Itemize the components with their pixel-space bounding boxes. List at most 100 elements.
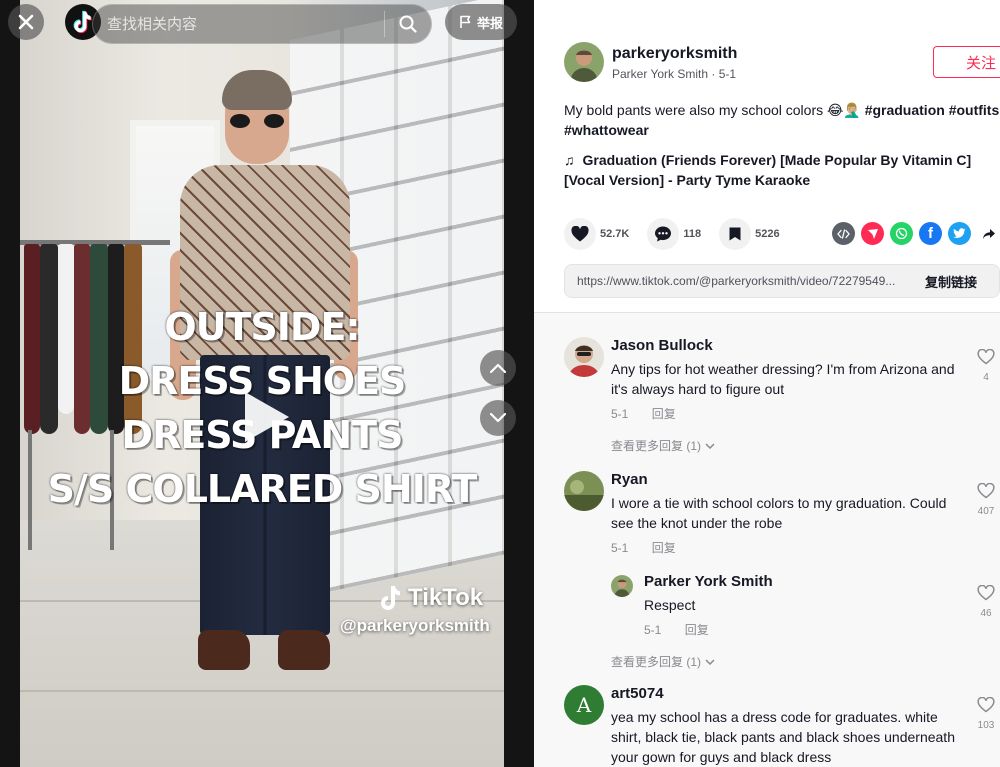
avatar-letter: A (576, 693, 592, 717)
comment-icon (655, 226, 672, 242)
heart-outline-icon (977, 584, 995, 601)
app: OUTSIDE: DRESS SHOES DRESS PANTS S/S COL… (0, 0, 1000, 767)
caption-line: OUTSIDE: (164, 305, 360, 349)
more-share-button[interactable] (977, 222, 1000, 245)
send-icon (867, 228, 878, 239)
share-link-text[interactable]: https://www.tiktok.com/@parkeryorksmith/… (565, 274, 903, 288)
hashtag-link[interactable]: #outfits (949, 102, 1000, 118)
replier-name[interactable]: Parker York Smith (644, 573, 944, 591)
post-header: parkeryorksmith Parker York Smith · 5-1 … (534, 0, 1000, 298)
post-date: 5-1 (718, 66, 737, 81)
next-video-button[interactable] (480, 400, 516, 436)
copy-link-button[interactable]: 复制链接 (903, 272, 999, 291)
author-display-name: Parker York Smith (612, 66, 709, 81)
save-count: 5226 (755, 228, 780, 240)
comment-like-button[interactable]: 407 (974, 482, 998, 517)
hashtag-link[interactable]: #graduation (865, 102, 945, 118)
post-description: My bold pants were also my school colors… (564, 100, 1000, 140)
author-avatar[interactable] (564, 42, 604, 82)
comment-like-count: 4 (983, 372, 989, 383)
reply-button[interactable]: 回复 (652, 541, 676, 555)
author-avatar-image (564, 42, 604, 82)
whatsapp-icon (895, 227, 908, 240)
commenter-name[interactable]: Jason Bullock (611, 337, 956, 355)
search-icon (399, 15, 417, 33)
previous-video-button[interactable] (480, 350, 516, 386)
comment-count: 118 (683, 228, 702, 240)
embed-share-button[interactable] (832, 222, 855, 245)
view-more-label: 查看更多回复 (1) (611, 439, 702, 453)
like-count: 52.7K (600, 228, 630, 240)
chevron-down-icon (705, 658, 715, 665)
music-link[interactable]: ♫ Graduation (Friends Forever) [Made Popu… (564, 150, 984, 190)
commenter-name[interactable]: Ryan (611, 471, 956, 489)
tiktok-note-icon (381, 586, 400, 610)
commenter-name[interactable]: art5074 (611, 685, 956, 703)
heart-outline-icon (977, 696, 995, 713)
view-more-replies[interactable]: 查看更多回复 (1) (611, 437, 715, 454)
save-button[interactable]: 5226 (719, 218, 780, 250)
embed-icon (837, 228, 850, 239)
music-note-icon: ♫ (564, 152, 575, 168)
copy-link-box: https://www.tiktok.com/@parkeryorksmith/… (564, 264, 1000, 298)
search-input[interactable] (93, 5, 384, 43)
comment-date: 5-1 (611, 541, 629, 555)
search-button[interactable] (385, 5, 431, 43)
comment-like-button[interactable]: 4 (974, 348, 998, 383)
reply-meta: 5-1 回复 (644, 621, 944, 638)
commenter-avatar-image (564, 471, 604, 511)
play-icon[interactable] (245, 392, 289, 442)
reply-like-count: 46 (980, 608, 992, 619)
comment-list: Jason Bullock Any tips for hot weather d… (534, 312, 1000, 767)
comment-text: yea my school has a dress code for gradu… (611, 709, 955, 765)
author-handle[interactable]: parkeryorksmith (612, 44, 737, 64)
music-title: Graduation (Friends Forever) [Made Popul… (564, 152, 972, 188)
search-bar (92, 4, 432, 44)
comment-like-button[interactable]: 103 (974, 696, 998, 731)
send-share-button[interactable] (861, 222, 884, 245)
chevron-down-icon (489, 412, 507, 423)
author-subtitle: Parker York Smith · 5-1 (612, 67, 737, 81)
close-button[interactable] (8, 4, 44, 40)
reply-date: 5-1 (644, 623, 662, 637)
comment-meta: 5-1 回复 (611, 539, 956, 556)
bookmark-icon (729, 227, 741, 241)
description-text: My bold pants were also my school colors… (564, 102, 861, 118)
twitter-share-button[interactable] (948, 222, 971, 245)
comment-avatar[interactable]: A (564, 685, 604, 725)
comment-button[interactable]: 118 (647, 218, 701, 250)
view-more-label: 查看更多回复 (1) (611, 655, 702, 669)
video-panel: OUTSIDE: DRESS SHOES DRESS PANTS S/S COL… (0, 0, 534, 767)
report-label: 举报 (476, 16, 503, 32)
reply-text: Respect (644, 597, 696, 613)
commenter-avatar-image (564, 337, 604, 377)
comment-date: 5-1 (611, 407, 629, 421)
chevron-down-icon (705, 442, 715, 449)
watermark-handle: @parkeryorksmith (340, 616, 490, 635)
caption-line: S/S COLLARED SHIRT (47, 467, 478, 511)
video-watermark: TikTok @parkeryorksmith (340, 584, 490, 636)
close-icon (18, 14, 34, 30)
info-panel: parkeryorksmith Parker York Smith · 5-1 … (534, 0, 1000, 767)
comment-meta: 5-1 回复 (611, 405, 956, 422)
chevron-up-icon (489, 363, 507, 374)
comment-text: I wore a tie with school colors to my gr… (611, 495, 947, 531)
share-icons: f (832, 222, 1000, 245)
facebook-icon: f (928, 225, 933, 242)
flag-icon (460, 15, 471, 28)
reply-avatar[interactable] (611, 575, 633, 597)
reply-like-button[interactable]: 46 (974, 584, 998, 619)
facebook-share-button[interactable]: f (919, 222, 942, 245)
author-separator: · (708, 66, 719, 81)
hashtag-link[interactable]: #whattowear (564, 122, 649, 138)
reply-button[interactable]: 回复 (685, 623, 709, 637)
view-more-replies[interactable]: 查看更多回复 (1) (611, 653, 715, 670)
reply-button[interactable]: 回复 (652, 407, 676, 421)
comment-avatar[interactable] (564, 337, 604, 377)
report-button[interactable]: 举报 (445, 4, 517, 40)
follow-button[interactable]: 关注 (933, 46, 1000, 78)
whatsapp-share-button[interactable] (890, 222, 913, 245)
comment-avatar[interactable] (564, 471, 604, 511)
like-button[interactable]: 52.7K (564, 218, 629, 250)
twitter-icon (953, 228, 966, 239)
